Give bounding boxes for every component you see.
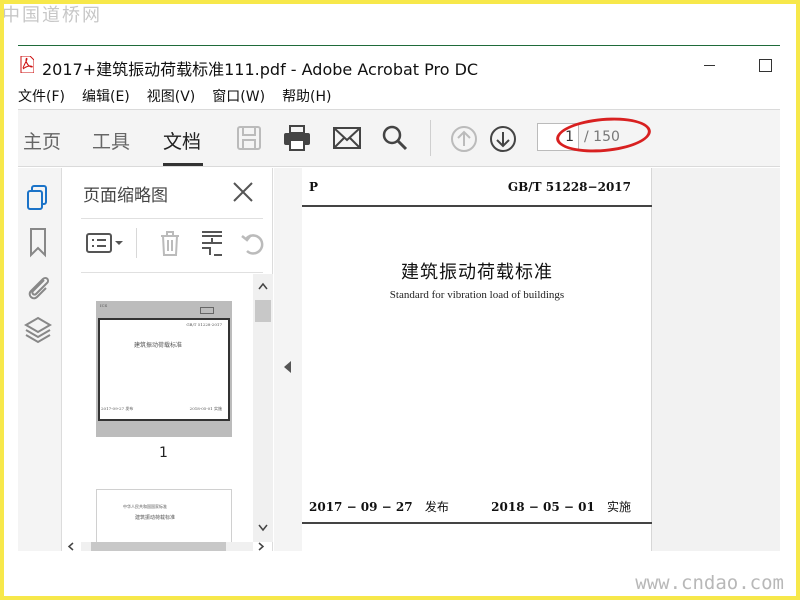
email-icon[interactable]: [332, 126, 362, 150]
save-icon[interactable]: [235, 124, 263, 152]
toolbar-separator: [430, 120, 431, 156]
effective-label: 实施: [606, 500, 631, 514]
menu-view[interactable]: 视图(V): [147, 86, 196, 108]
print-icon[interactable]: [282, 124, 312, 152]
maximize-button[interactable]: [750, 54, 780, 78]
title-bar: 2017+建筑振动荷载标准111.pdf - Adobe Acrobat Pro…: [18, 52, 780, 80]
page-up-icon[interactable]: [450, 125, 478, 153]
thumbnail-page-number: 1: [159, 445, 168, 461]
scroll-down-icon[interactable]: [258, 524, 268, 532]
thumbnail-header: ICS: [100, 303, 108, 308]
menu-window[interactable]: 窗口(W): [212, 86, 265, 108]
red-annotation-ellipse: [554, 113, 653, 157]
scroll-up-icon[interactable]: [258, 282, 268, 290]
delete-icon[interactable]: [156, 228, 184, 258]
thumbnail-2-line1: 中华人民共和国国家标准: [123, 504, 167, 509]
scroll-left-icon[interactable]: [67, 542, 75, 551]
thumbnail-2-line2: 建筑振动荷载标准: [135, 515, 176, 521]
panel-divider: [81, 272, 263, 273]
document-category: P: [309, 180, 319, 194]
thumbnail-horizontal-scrollbar[interactable]: [67, 542, 265, 551]
tab-home[interactable]: 主页: [23, 127, 61, 154]
main-toolbar: 主页 工具 文档 / 150: [18, 109, 780, 167]
bookmark-icon[interactable]: [22, 226, 54, 258]
horizontal-scroll-thumb[interactable]: [91, 542, 226, 551]
document-title: 建筑振动荷载标准: [401, 262, 553, 283]
thumbnail-title: 建筑振动荷载标准: [134, 342, 183, 349]
thumbnail-panel: 页面缩略图 ICS GB/T 51228-2017 建筑振动荷载标准 2017-…: [63, 168, 273, 551]
thumbnail-effective-date: 2018-05-01 实施: [189, 406, 222, 411]
watermark-top: 中国道桥网: [2, 5, 102, 26]
thumbnail-list: ICS GB/T 51228-2017 建筑振动荷载标准 2017-09-27 …: [63, 274, 253, 542]
issue-date: 2017 − 09 − 27: [309, 500, 413, 514]
scroll-right-icon[interactable]: [257, 542, 265, 551]
watermark-bottom: www.cndao.com: [635, 572, 784, 594]
rotate-icon[interactable]: [238, 228, 266, 258]
menu-file[interactable]: 文件(F): [18, 86, 65, 108]
thumbnail-options-icon[interactable]: [85, 228, 125, 258]
panel-divider: [81, 218, 263, 219]
document-effective-line: 2018 − 05 − 01 实施: [491, 498, 631, 515]
issue-label: 发布: [424, 500, 449, 514]
thumbnail-code: GB/T 51228-2017: [186, 322, 222, 327]
document-top-rule: [302, 205, 652, 207]
effective-date: 2018 − 05 − 01: [491, 500, 595, 514]
minimize-button[interactable]: [695, 54, 725, 78]
document-bottom-rule: [302, 522, 652, 524]
panel-title: 页面缩略图: [83, 186, 168, 206]
thumbnail-vertical-scrollbar[interactable]: [253, 274, 273, 542]
page-thumbnail-2[interactable]: 中华人民共和国国家标准 建筑振动荷载标准: [96, 489, 232, 542]
panel-collapse-bar[interactable]: [274, 168, 302, 551]
thumbnail-page: GB/T 51228-2017 建筑振动荷载标准 2017-09-27 发布 2…: [98, 318, 230, 421]
document-page: P GB/T 51228−2017 建筑振动荷载标准 Standard for …: [302, 168, 652, 551]
tab-tools[interactable]: 工具: [92, 127, 130, 154]
pages-icon[interactable]: [22, 182, 54, 214]
page-thumbnail-1[interactable]: ICS GB/T 51228-2017 建筑振动荷载标准 2017-09-27 …: [96, 301, 232, 437]
gb-logo-icon: [200, 307, 214, 314]
search-icon[interactable]: [381, 124, 409, 152]
document-view: P GB/T 51228−2017 建筑振动荷载标准 Standard for …: [302, 168, 780, 551]
menu-bar: 文件(F) 编辑(E) 视图(V) 窗口(W) 帮助(H): [18, 86, 349, 108]
window-top-border: [18, 45, 780, 46]
menu-edit[interactable]: 编辑(E): [82, 86, 130, 108]
document-issue-line: 2017 − 09 − 27 发布: [309, 498, 449, 515]
active-tab-indicator: [163, 163, 203, 166]
menu-help[interactable]: 帮助(H): [282, 86, 331, 108]
thumbnail-issue-date: 2017-09-27 发布: [101, 406, 134, 411]
panel-toolbar-separator: [136, 228, 137, 258]
document-standard-code: GB/T 51228−2017: [507, 180, 631, 194]
pdf-file-icon: [20, 56, 34, 73]
page-down-icon[interactable]: [489, 125, 517, 153]
layers-icon[interactable]: [22, 314, 54, 346]
document-subtitle: Standard for vibration load of buildings: [389, 289, 565, 301]
navigation-rail: [18, 168, 62, 551]
extract-page-icon[interactable]: [198, 228, 226, 258]
close-icon[interactable]: [231, 180, 255, 204]
collapse-arrow-icon[interactable]: [284, 361, 291, 373]
attachment-icon[interactable]: [22, 270, 54, 302]
window-title: 2017+建筑振动荷载标准111.pdf - Adobe Acrobat Pro…: [42, 60, 479, 79]
vertical-scroll-thumb[interactable]: [255, 300, 271, 322]
tab-document[interactable]: 文档: [163, 127, 201, 154]
